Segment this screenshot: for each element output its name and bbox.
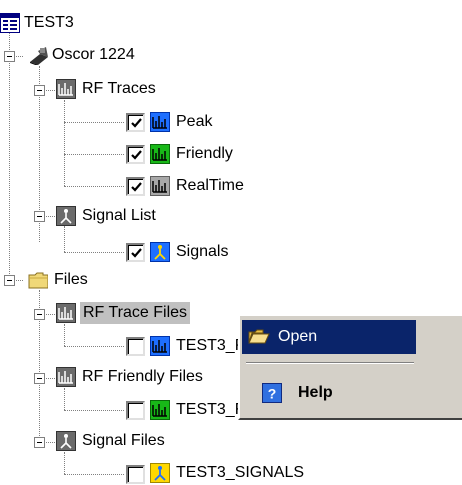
checkmark-icon: [131, 248, 142, 258]
checkmark-icon: [131, 118, 142, 128]
menu-item-label: Help: [298, 384, 333, 401]
checkmark-icon: [131, 150, 142, 160]
signals-checkbox[interactable]: [126, 243, 145, 262]
tree-line: [64, 474, 124, 475]
rf-trace-files-icon: [56, 303, 76, 323]
tree-node-label: Peak: [176, 113, 213, 130]
tree-node-files[interactable]: Files: [28, 269, 148, 293]
tree-line: [64, 122, 124, 123]
tree-node-label: Signal Files: [82, 432, 165, 449]
tree-node-peak[interactable]: Peak: [150, 111, 270, 135]
friendly-checkbox[interactable]: [126, 145, 145, 164]
tree-line: [64, 324, 65, 346]
menu-item-open[interactable]: Open: [242, 320, 416, 354]
realtime-checkbox[interactable]: [126, 177, 145, 196]
svg-text:?: ?: [268, 386, 277, 402]
tree-node-label: RF Traces: [82, 80, 156, 97]
tree-node-label: Signals: [176, 243, 229, 260]
test3-peak-checkbox[interactable]: [126, 337, 145, 356]
help-icon: ?: [262, 383, 282, 403]
tree-node-label: TEST3_SIGNALS: [176, 464, 305, 481]
trace-realtime-icon: [150, 176, 170, 196]
tree-node-label: Files: [54, 271, 88, 288]
collapse-toggle[interactable]: [4, 51, 15, 62]
tree-line: [64, 226, 65, 252]
tree-node-label: RealTime: [176, 177, 244, 194]
test3-signals-checkbox[interactable]: [126, 465, 145, 484]
collapse-toggle[interactable]: [34, 211, 45, 222]
tree-node-signal-files[interactable]: Signal Files: [56, 430, 216, 454]
tree-node-friendly[interactable]: Friendly: [150, 143, 280, 167]
context-menu: Open ? Help: [238, 314, 462, 420]
tree-node-rf-friendly-files[interactable]: RF Friendly Files: [56, 366, 246, 390]
open-folder-icon: [248, 329, 270, 344]
tree-node-label: Signal List: [82, 207, 156, 224]
tree-line: [64, 346, 124, 347]
collapse-toggle[interactable]: [34, 437, 45, 448]
rf-friendly-files-icon: [56, 367, 76, 387]
tree-node-realtime[interactable]: RealTime: [150, 175, 290, 199]
tree-node-test3-signals[interactable]: TEST3_SIGNALS: [150, 463, 330, 485]
signal-list-icon: [56, 206, 76, 226]
tree-line: [64, 154, 124, 155]
tree-line: [64, 452, 65, 474]
tree-line: [64, 410, 124, 411]
tree-node-label: Oscor 1224: [52, 46, 135, 63]
tree-line: [64, 100, 65, 186]
collapse-toggle[interactable]: [34, 373, 45, 384]
folder-icon: [28, 272, 48, 289]
friendly-file-icon: [150, 400, 170, 420]
signal-file-icon: [150, 463, 170, 483]
rf-traces-icon: [56, 79, 76, 99]
tree-line: [64, 388, 65, 410]
tree-node-root[interactable]: TEST3: [0, 12, 120, 36]
tree-line: [9, 28, 10, 280]
menu-item-label: Open: [278, 328, 318, 345]
collapse-toggle[interactable]: [34, 85, 45, 96]
menu-item-help[interactable]: ? Help: [242, 376, 416, 410]
tree-node-label: TEST3: [24, 14, 74, 31]
tree-node-label-selected: RF Trace Files: [80, 302, 191, 324]
collapse-toggle[interactable]: [34, 309, 45, 320]
tree-node-rf-traces[interactable]: RF Traces: [56, 78, 216, 102]
trace-file-icon: [150, 336, 170, 356]
tree-node-label: Friendly: [176, 145, 233, 162]
trace-peak-icon: [150, 112, 170, 132]
device-icon: [30, 47, 48, 65]
trace-friendly-icon: [150, 144, 170, 164]
tree-line: [64, 186, 124, 187]
project-icon: [0, 13, 20, 33]
tree-line: [64, 252, 124, 253]
menu-separator: [246, 362, 414, 364]
tree-node-signals[interactable]: Signals: [150, 241, 280, 265]
tree-node-signal-list[interactable]: Signal List: [56, 205, 216, 229]
tree-node-label: RF Friendly Files: [82, 368, 203, 385]
signal-files-icon: [56, 431, 76, 451]
peak-checkbox[interactable]: [126, 113, 145, 132]
checkmark-icon: [131, 182, 142, 192]
test3-friendly-checkbox[interactable]: [126, 401, 145, 420]
tree-node-oscor[interactable]: Oscor 1224: [28, 44, 188, 68]
collapse-toggle[interactable]: [4, 275, 15, 286]
signals-icon: [150, 242, 170, 262]
